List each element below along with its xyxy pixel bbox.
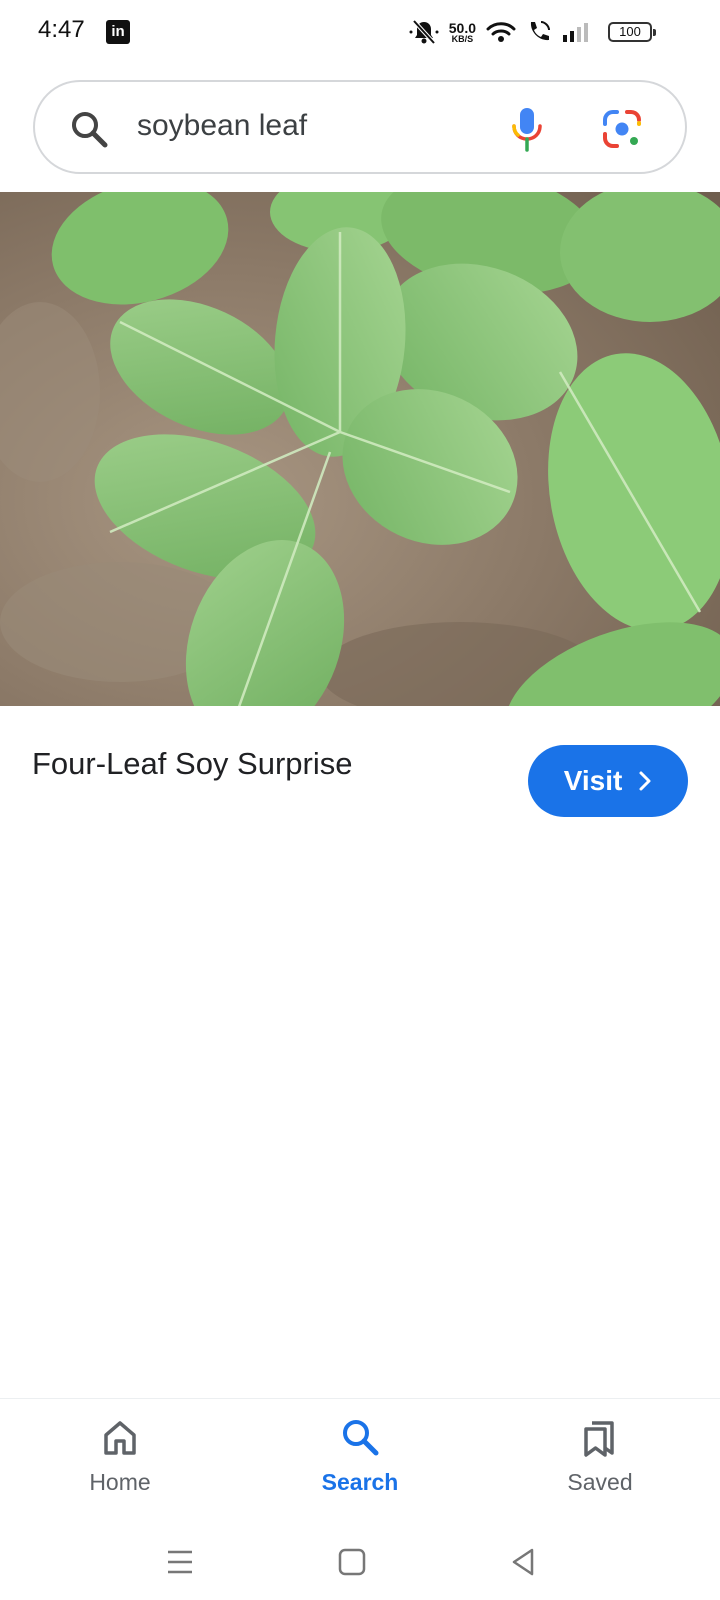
result-image[interactable] (0, 192, 720, 706)
nav-label-saved: Saved (567, 1469, 633, 1495)
home-icon (104, 1421, 136, 1455)
nav-item-home[interactable]: Home (40, 1417, 200, 1496)
network-speed-value: 50.0 (448, 19, 476, 36)
search-bar[interactable]: soybean leaf (33, 80, 687, 174)
menu-icon[interactable] (160, 1542, 200, 1582)
status-icons: 50.0 KB/S (409, 18, 592, 46)
saved-icon (584, 1421, 614, 1457)
google-lens-icon[interactable] (601, 108, 643, 150)
status-bar: 4:47 in 50.0 KB/S 100 (0, 0, 720, 64)
visit-button[interactable]: Visit (528, 745, 688, 817)
microphone-icon[interactable] (509, 106, 545, 152)
network-speed-unit: KB/S (451, 33, 474, 44)
visit-button-label: Visit (563, 765, 623, 796)
status-time: 4:47 (38, 16, 85, 43)
search-icon (343, 1420, 379, 1456)
network-speed: 50.0 KB/S (449, 21, 476, 44)
nav-label-home: Home (89, 1469, 151, 1495)
battery-indicator: 100 (608, 22, 656, 42)
nav-label-search: Search (321, 1469, 399, 1495)
soybean-leaf-image (0, 192, 720, 706)
search-query[interactable]: soybean leaf (137, 109, 307, 143)
nav-item-search[interactable]: Search (280, 1417, 440, 1496)
back-triangle-icon[interactable] (504, 1542, 544, 1582)
bottom-nav: Home Search Saved (0, 1398, 720, 1522)
wifi-calling-icon (530, 21, 550, 41)
signal-icon (563, 23, 588, 42)
chevron-right-icon (639, 771, 651, 791)
home-square-icon[interactable] (332, 1542, 372, 1582)
wifi-icon (486, 22, 516, 42)
silent-bell-icon (409, 19, 439, 45)
search-icon[interactable] (69, 109, 109, 149)
linkedin-notification-icon: in (106, 20, 130, 44)
result-title[interactable]: Four-Leaf Soy Surprise (32, 746, 352, 782)
system-nav-bar (0, 1522, 720, 1600)
nav-item-saved[interactable]: Saved (520, 1417, 680, 1496)
